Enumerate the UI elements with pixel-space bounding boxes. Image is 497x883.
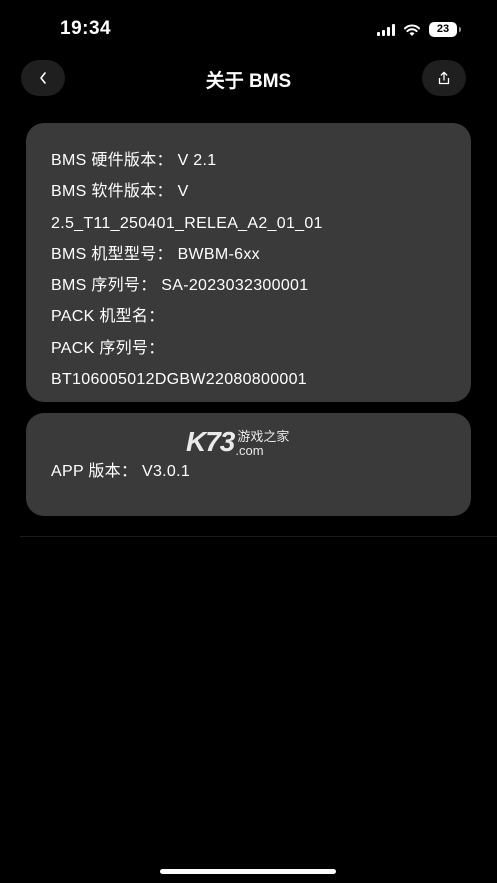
home-indicator[interactable] [160,869,336,874]
share-button[interactable] [422,60,466,96]
pack-serial-number: PACK 序列号： [51,339,165,357]
app-version: APP 版本： V3.0.1 [51,463,191,480]
watermark-domain: .com [235,443,264,458]
bms-software-version-value: 2.5_T11_250401_RELEA_A2_01_01 [51,214,323,232]
bms-software-version: BMS 软件版本： V [51,183,189,201]
watermark-k73: K73 [186,426,235,457]
pack-serial-number-value: BT106005012DGBW22080800001 [51,371,307,389]
bms-serial-number: BMS 序列号： SA-2023032300001 [51,277,309,295]
battery-icon: 23 [429,22,461,37]
share-icon [438,71,450,85]
watermark-logo: K73 游戏之家 .com [186,427,289,458]
bms-model: BMS 机型型号： BWBM-6xx [51,245,260,263]
status-time: 19:34 [60,18,112,39]
bms-hardware-version: BMS 硬件版本： V 2.1 [51,152,217,169]
bms-info-card: BMS 硬件版本： V 2.1 BMS 软件版本： V 2.5_T11_2504… [26,123,471,402]
wifi-icon [404,24,420,36]
cellular-signal-icon [377,23,395,36]
pack-model-name: PACK 机型名： [51,308,165,326]
nav-bar: 关于 BMS [0,56,497,104]
app-info-card: K73 游戏之家 .com APP 版本： V3.0.1 [26,413,471,516]
watermark-site-name: 游戏之家 [237,429,290,444]
divider [20,536,497,537]
status-icons: 23 [377,22,461,37]
status-bar: 19:34 23 [0,0,497,56]
